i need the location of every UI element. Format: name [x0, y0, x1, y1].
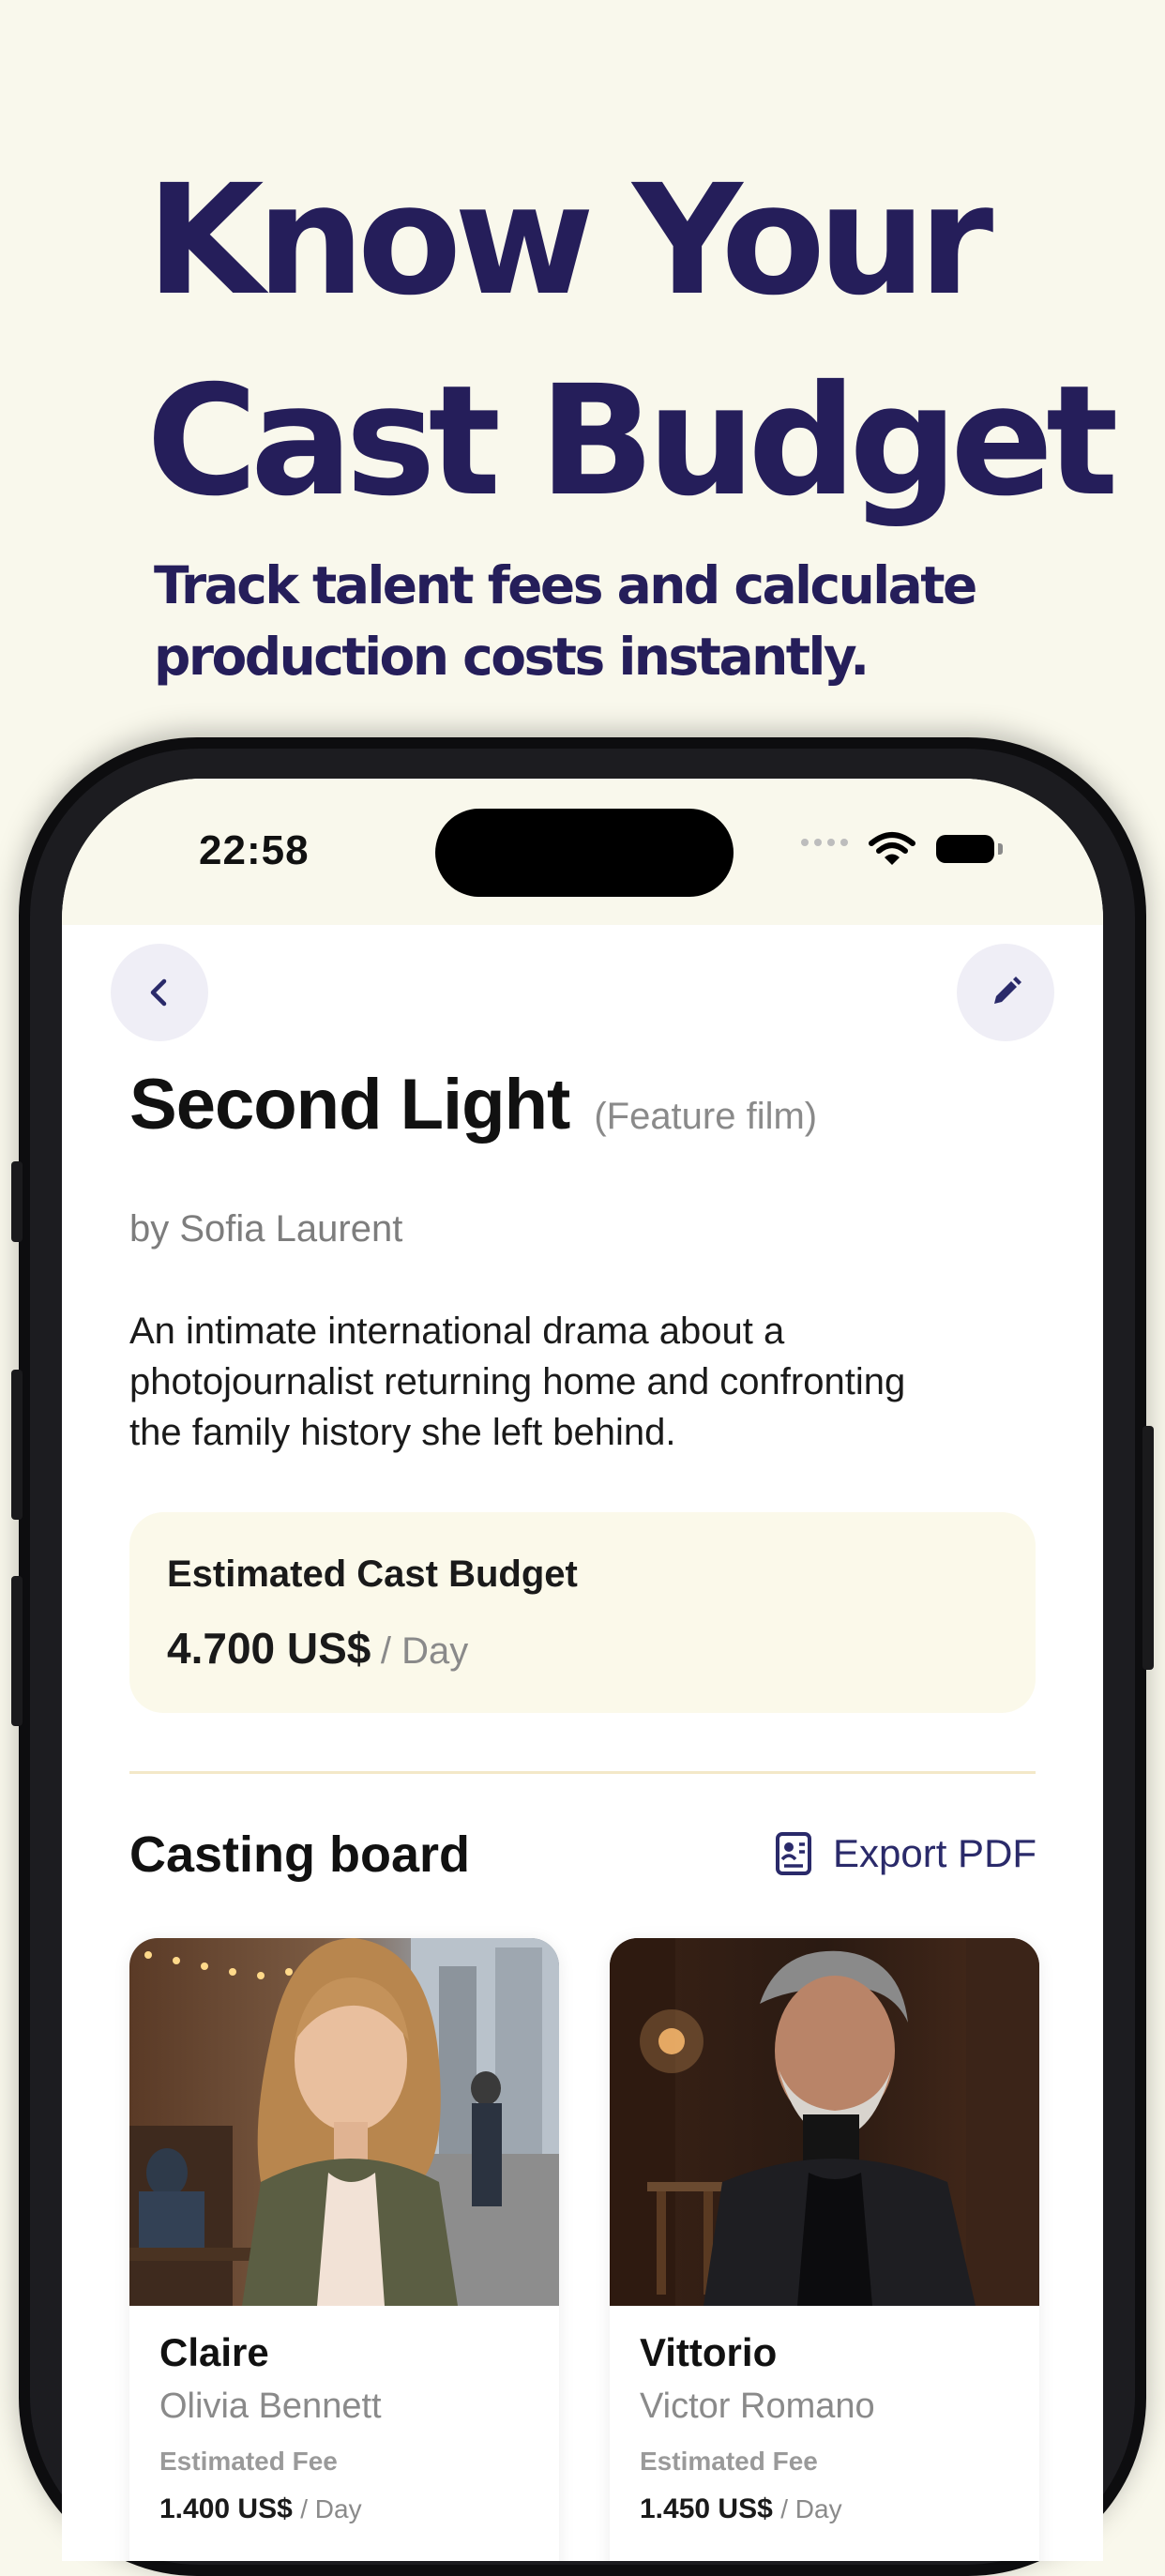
actor-name: Olivia Bennett — [159, 2387, 382, 2426]
cast-card-vittorio[interactable]: Vittorio Victor Romano Estimated Fee 1.4… — [610, 1938, 1039, 2561]
fee-label: Estimated Fee — [640, 2447, 818, 2476]
fee-value: 1.450 US$ — [640, 2493, 773, 2524]
status-time: 22:58 — [199, 827, 310, 873]
app-screen: 22:58 Second Light (Feature film) by Sof… — [62, 779, 1103, 2561]
description-line: photojournalist returning home and confr… — [129, 1361, 906, 1402]
export-pdf-label: Export PDF — [833, 1831, 1037, 1875]
fee-unit: / Day — [300, 2494, 362, 2523]
cast-card-claire[interactable]: Claire Olivia Bennett Estimated Fee 1.40… — [129, 1938, 559, 2561]
marketing-subhead: Track talent fees and calculate producti… — [154, 550, 1092, 692]
role-name: Claire — [159, 2330, 269, 2374]
phone-side-button — [1142, 1426, 1154, 1670]
budget-value-row: 4.700 US$ / Day — [167, 1623, 468, 1674]
back-button[interactable] — [111, 944, 208, 1041]
fee-row: 1.450 US$ / Day — [640, 2493, 842, 2525]
battery-cap — [998, 843, 1003, 855]
casting-board-title: Casting board — [129, 1826, 471, 1883]
phone-volume-up-button — [11, 1370, 23, 1520]
divider — [129, 1771, 1036, 1774]
project-title: Second Light — [129, 1065, 570, 1144]
wifi-icon — [869, 832, 915, 865]
phone-action-button — [11, 1161, 23, 1242]
phone-volume-down-button — [11, 1576, 23, 1726]
cellular-signal-icon — [801, 839, 848, 846]
project-type: (Feature film) — [594, 1096, 818, 1137]
document-icon — [776, 1832, 811, 1875]
budget-card: Estimated Cast Budget 4.700 US$ / Day — [129, 1512, 1036, 1713]
cast-photo — [610, 1938, 1039, 2306]
status-bar: 22:58 — [62, 779, 1103, 925]
subhead-line-2: production costs instantly. — [154, 627, 870, 687]
subhead-line-1: Track talent fees and calculate — [154, 555, 977, 615]
role-name: Vittorio — [640, 2330, 778, 2374]
battery-icon — [936, 835, 994, 863]
budget-value: 4.700 US$ — [167, 1624, 371, 1673]
pencil-icon — [994, 977, 1021, 1004]
marketing-headline: Know Your Cast Budget — [146, 141, 1122, 542]
fee-label: Estimated Fee — [159, 2447, 338, 2476]
cast-photo — [129, 1938, 559, 2306]
budget-unit: / Day — [380, 1630, 469, 1672]
budget-label: Estimated Cast Budget — [167, 1553, 578, 1595]
description-line: An intimate international drama about a — [129, 1311, 785, 1352]
description-line: the family history she left behind. — [129, 1412, 676, 1453]
headline-line-2: Cast Budget — [146, 354, 1119, 530]
dynamic-island — [435, 809, 734, 897]
fee-unit: / Day — [780, 2494, 842, 2523]
edit-button[interactable] — [957, 944, 1054, 1041]
chevron-left-icon — [150, 978, 167, 1007]
project-byline: by Sofia Laurent — [129, 1208, 403, 1250]
fee-value: 1.400 US$ — [159, 2493, 293, 2524]
headline-line-1: Know Your — [146, 153, 993, 329]
project-description: An intimate international drama about a … — [129, 1306, 1030, 1458]
actor-name: Victor Romano — [640, 2387, 875, 2426]
fee-row: 1.400 US$ / Day — [159, 2493, 362, 2525]
project-title-row: Second Light (Feature film) — [129, 1064, 817, 1145]
export-pdf-button[interactable]: Export PDF — [775, 1831, 1036, 1876]
